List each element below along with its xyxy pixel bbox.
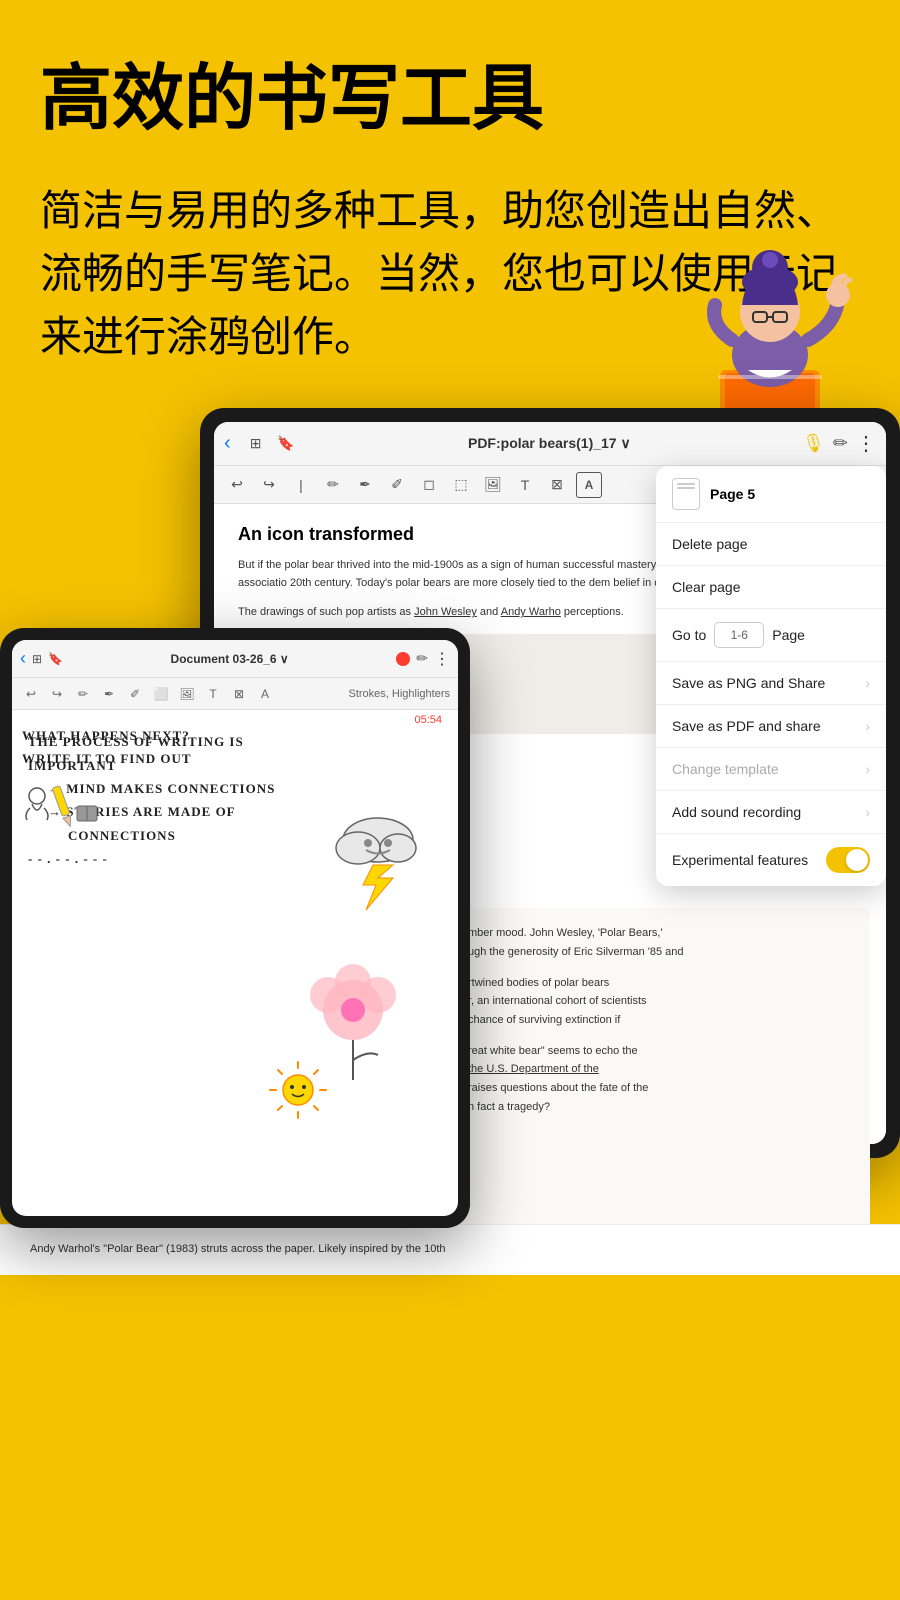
add-sound-label: Add sound recording (672, 804, 801, 820)
undo-icon[interactable]: ↩ (224, 472, 250, 498)
department-link[interactable]: the U.S. Department of the (468, 1063, 599, 1075)
andy-warhol-link[interactable]: Andy Warho (501, 606, 561, 618)
delete-page-label: Delete page (672, 536, 748, 552)
chevron-right-icon-template: › (865, 761, 870, 777)
experimental-features-item[interactable]: Experimental features (656, 834, 886, 886)
tablets-container: ‹ ⊞ 🔖 PDF:polar bears(1)_17 ∨ 🎙 ✏ ⋮ ↩ ↪ … (0, 408, 900, 1228)
page-options-dropdown: Page 5 Delete page Clear page Go to Page (656, 466, 886, 886)
t2-fountain[interactable]: ✒ (98, 687, 120, 701)
t2-pen[interactable]: ✏ (72, 687, 94, 701)
microphone-icon[interactable]: 🎙 (802, 433, 825, 454)
second-tablet-toolbar: ‹ ⊞ 🔖 Document 03-26_6 ∨ ✏ ⋮ (12, 640, 458, 678)
toggle-dot (846, 849, 868, 871)
text-tool-icon[interactable]: T (512, 472, 538, 498)
t2-image[interactable]: 🖼 (176, 687, 198, 701)
bottom-doc-p1: mber mood. John Wesley, 'Polar Bears,'ug… (468, 924, 852, 961)
chevron-right-icon-sound: › (865, 804, 870, 820)
t2-redo[interactable]: ↪ (46, 687, 68, 701)
hw-what-happens: WHAT HAPPENS NEXT? (22, 724, 192, 747)
hero-section: 高效的书写工具 简洁与易用的多种工具，助您创造出自然、流畅的手写笔记。当然，您也… (0, 0, 900, 368)
doodle-area (268, 760, 448, 1165)
second-tablet-tools: ↩ ↪ ✏ ✒ ✐ ⬜ 🖼 T ⊠ A Strokes, Highlighter… (12, 678, 458, 710)
eraser-tool-icon[interactable]: ◻ (416, 472, 442, 498)
t2-undo[interactable]: ↩ (20, 687, 42, 701)
t2-font[interactable]: A (254, 687, 276, 701)
goto-label: Go to (672, 627, 706, 643)
second-more-icon[interactable]: ⋮ (434, 649, 450, 669)
t2-highlight[interactable]: ✐ (124, 687, 146, 701)
change-template-item[interactable]: Change template › (656, 748, 886, 791)
bottom-doc-p3: reat white bear" seems to echo thethe U.… (468, 1042, 852, 1117)
save-pdf-item[interactable]: Save as PDF and share › (656, 705, 886, 748)
image-tool-icon[interactable]: 🖼 (480, 472, 506, 498)
dropdown-arrow-icon: ∨ (620, 435, 630, 451)
second-tablet-inner: ‹ ⊞ 🔖 Document 03-26_6 ∨ ✏ ⋮ ↩ ↪ ✏ ✒ ✐ ⬜… (12, 640, 458, 1216)
delete-page-item[interactable]: Delete page (656, 523, 886, 566)
t2-eraser[interactable]: ⬜ (150, 687, 172, 701)
save-png-label: Save as PNG and Share (672, 675, 825, 691)
highlighter-tool-icon[interactable]: ✐ (384, 472, 410, 498)
save-pdf-label: Save as PDF and share (672, 718, 821, 734)
redo-icon[interactable]: ↪ (256, 472, 282, 498)
bottom-doc-section: mber mood. John Wesley, 'Polar Bears,'ug… (450, 908, 870, 1228)
second-tablet: ‹ ⊞ 🔖 Document 03-26_6 ∨ ✏ ⋮ ↩ ↪ ✏ ✒ ✐ ⬜… (0, 628, 470, 1228)
hw-bottom-area: WHAT HAPPENS NEXT? WRITE IT TO FIND OUT (22, 724, 192, 841)
second-bookmark-icon[interactable]: 🔖 (48, 652, 63, 666)
clear-page-label: Clear page (672, 579, 741, 595)
main-tablet-toolbar: ‹ ⊞ 🔖 PDF:polar bears(1)_17 ∨ 🎙 ✏ ⋮ (214, 422, 886, 466)
bookmark-icon[interactable]: 🔖 (275, 433, 297, 455)
record-indicator (396, 652, 410, 666)
bottom-doc-text: mber mood. John Wesley, 'Polar Bears,'ug… (450, 908, 870, 1132)
stroke-label: Strokes, Highlighters (349, 688, 451, 700)
pen-icon[interactable]: ✏ (833, 433, 848, 454)
second-pen-icon[interactable]: ✏ (416, 650, 428, 667)
main-title: 高效的书写工具 (40, 60, 860, 139)
fountain-pen-tool-icon[interactable]: ✒ (352, 472, 378, 498)
bottom-doc-p2: rtwined bodies of polar bearsr, an inter… (468, 974, 852, 1030)
more-options-icon[interactable]: ⋮ (856, 431, 876, 456)
handwriting-content: 05:54 THE PROCESS OF WRITING IS IMPORTAN… (12, 710, 458, 890)
divider-icon: | (288, 472, 314, 498)
add-sound-recording-item[interactable]: Add sound recording › (656, 791, 886, 834)
timer-badge: 05:54 (414, 714, 442, 726)
menu-page-label: Page 5 (710, 486, 755, 502)
experimental-features-label: Experimental features (672, 852, 808, 868)
page-suffix-label: Page (772, 627, 805, 643)
lasso-tool-icon[interactable]: ⬚ (448, 472, 474, 498)
chevron-right-icon: › (865, 675, 870, 691)
t2-crop[interactable]: ⊠ (228, 687, 250, 701)
john-wesley-link[interactable]: John Wesley (414, 606, 477, 618)
pencil-tool-icon[interactable]: ✏ (320, 472, 346, 498)
t2-text[interactable]: T (202, 687, 224, 701)
second-back-icon[interactable]: ‹ (20, 648, 26, 669)
goto-page-item: Go to Page (656, 609, 886, 662)
grid-icon[interactable]: ⊞ (245, 433, 267, 455)
bottom-strip-text: Andy Warhol's "Polar Bear" (1983) struts… (30, 1241, 870, 1259)
second-grid-icon[interactable]: ⊞ (32, 652, 42, 666)
goto-input[interactable] (714, 622, 764, 648)
document-title[interactable]: PDF:polar bears(1)_17 ∨ (305, 435, 794, 452)
second-doc-title: Document 03-26_6 ∨ (69, 652, 390, 666)
change-template-label: Change template (672, 761, 779, 777)
font-tool-icon[interactable]: A (576, 472, 602, 498)
hw-write-it: WRITE IT TO FIND OUT (22, 747, 192, 770)
bottom-strip: Andy Warhol's "Polar Bear" (1983) struts… (0, 1224, 900, 1275)
clear-page-item[interactable]: Clear page (656, 566, 886, 609)
save-png-item[interactable]: Save as PNG and Share › (656, 662, 886, 705)
menu-header: Page 5 (656, 466, 886, 523)
back-button[interactable]: ‹ (224, 432, 231, 455)
chevron-right-icon-pdf: › (865, 718, 870, 734)
crop-tool-icon[interactable]: ⊠ (544, 472, 570, 498)
page-icon (672, 478, 700, 510)
experimental-toggle[interactable] (826, 847, 870, 873)
